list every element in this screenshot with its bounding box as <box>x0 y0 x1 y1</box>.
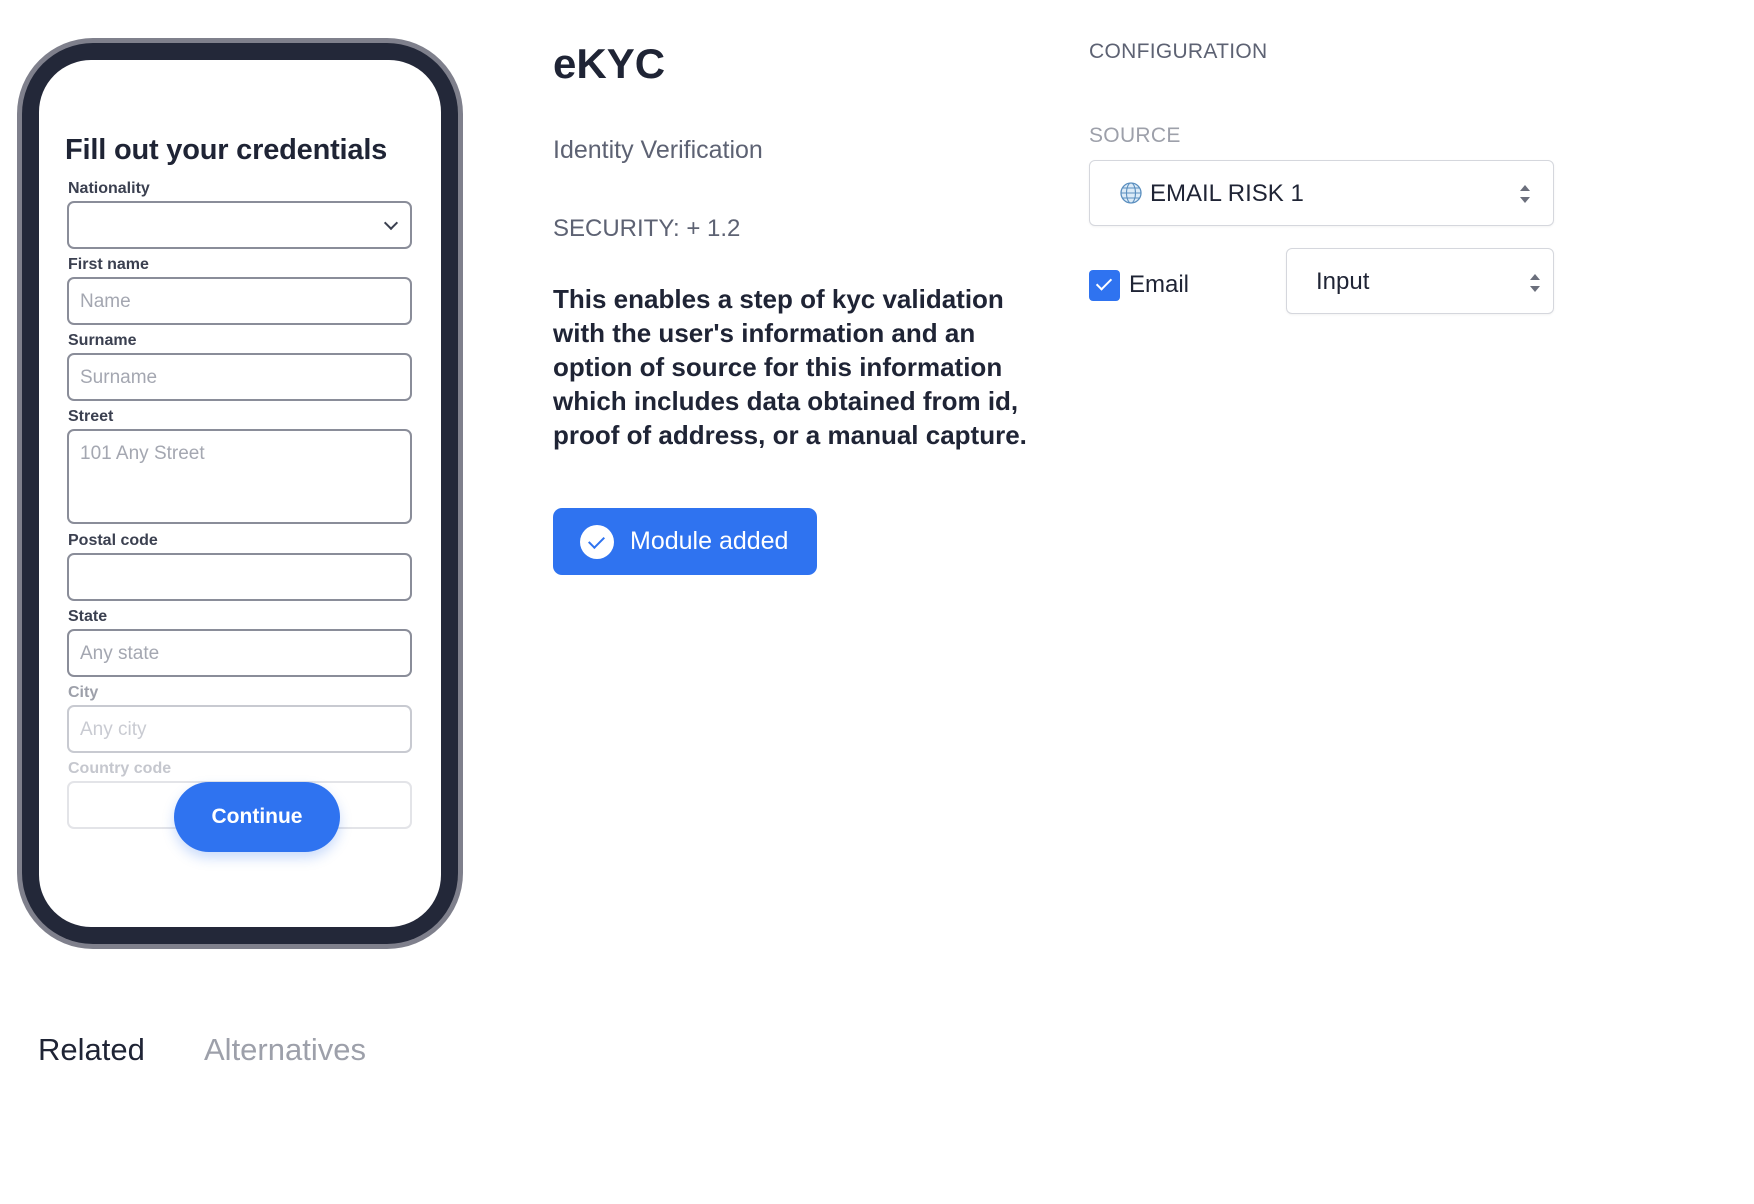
chevron-down-icon <box>383 215 399 231</box>
select-arrows-icon <box>1529 272 1541 294</box>
tab-related[interactable]: Related <box>38 1032 145 1068</box>
module-title: eKYC <box>553 40 666 87</box>
city-label: City <box>68 684 99 701</box>
country-code-label: Country code <box>68 760 172 777</box>
phone-mockup: Fill out your credentials Nationality Fi… <box>17 38 463 949</box>
nationality-select[interactable] <box>67 201 412 249</box>
tab-alternatives[interactable]: Alternatives <box>204 1032 366 1068</box>
phone-bezel: Fill out your credentials Nationality Fi… <box>22 43 458 944</box>
street-placeholder: 101 Any Street <box>80 443 205 464</box>
first-name-label: First name <box>68 256 149 273</box>
first-name-placeholder: Name <box>80 291 131 312</box>
security-score: SECURITY: + 1.2 <box>553 215 741 242</box>
email-label: Email <box>1129 271 1190 298</box>
postal-code-label: Postal code <box>68 532 158 549</box>
postal-code-input[interactable] <box>67 553 412 601</box>
city-input[interactable]: Any city <box>67 705 412 753</box>
street-textarea[interactable]: 101 Any Street <box>67 429 412 524</box>
state-label: State <box>68 608 108 625</box>
module-subtitle: Identity Verification <box>553 136 763 164</box>
form-title: Fill out your credentials <box>65 134 388 166</box>
surname-label: Surname <box>68 332 137 349</box>
first-name-input[interactable]: Name <box>67 277 412 325</box>
source-select[interactable]: EMAIL RISK 1 <box>1089 160 1554 226</box>
continue-button[interactable]: Continue <box>174 782 340 852</box>
configuration-heading: CONFIGURATION <box>1089 40 1268 63</box>
street-label: Street <box>68 408 114 425</box>
state-input[interactable]: Any state <box>67 629 412 677</box>
globe-icon <box>1119 181 1143 210</box>
state-placeholder: Any state <box>80 643 160 664</box>
surname-placeholder: Surname <box>80 367 158 388</box>
check-circle-icon <box>580 524 614 559</box>
nationality-label: Nationality <box>68 180 150 197</box>
email-input-type-select[interactable]: Input <box>1286 248 1554 314</box>
module-description: This enables a step of kyc validation wi… <box>553 284 1027 450</box>
form-fields: Nationality First name Name Surname Surn… <box>67 180 414 830</box>
source-value: EMAIL RISK 1 <box>1150 180 1304 207</box>
surname-input[interactable]: Surname <box>67 353 412 401</box>
phone-screen: Fill out your credentials Nationality Fi… <box>39 60 441 927</box>
city-placeholder: Any city <box>80 719 147 740</box>
email-checkbox[interactable] <box>1089 270 1120 301</box>
source-label: SOURCE <box>1089 124 1181 147</box>
input-type-value: Input <box>1316 268 1370 295</box>
select-arrows-icon <box>1519 183 1531 205</box>
module-added-label: Module added <box>630 527 789 555</box>
module-added-button[interactable]: Module added <box>553 508 817 575</box>
